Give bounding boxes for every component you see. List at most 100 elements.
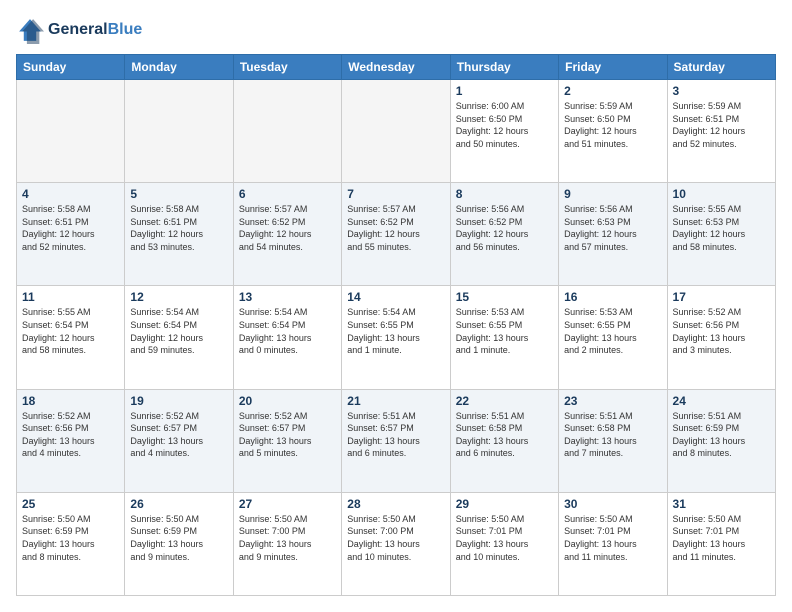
header: GeneralBlue	[16, 16, 776, 44]
day-number: 17	[673, 290, 770, 304]
calendar-cell: 8Sunrise: 5:56 AM Sunset: 6:52 PM Daylig…	[450, 183, 558, 286]
calendar-cell: 11Sunrise: 5:55 AM Sunset: 6:54 PM Dayli…	[17, 286, 125, 389]
day-number: 7	[347, 187, 444, 201]
calendar-cell: 12Sunrise: 5:54 AM Sunset: 6:54 PM Dayli…	[125, 286, 233, 389]
calendar-cell: 16 Sunrise: 5:53 AM Sunset: 6:55 PM Dayli…	[559, 286, 667, 389]
day-number: 21	[347, 394, 444, 408]
day-number: 14	[347, 290, 444, 304]
day-info: Sunrise: 5:51 AM Sunset: 6:57 PM Dayligh…	[347, 410, 444, 460]
calendar-cell: 3 Sunrise: 5:59 AM Sunset: 6:51 PM Daylig…	[667, 80, 775, 183]
calendar-cell: 26Sunrise: 5:50 AM Sunset: 6:59 PM Dayli…	[125, 492, 233, 595]
day-info: Sunrise: 5:59 AM Sunset: 6:51 PM Dayligh…	[673, 100, 770, 150]
day-info: Sunrise: 5:57 AM Sunset: 6:52 PM Dayligh…	[347, 203, 444, 253]
day-number: 3	[673, 84, 770, 98]
calendar-cell: 30 Sunrise: 5:50 AM Sunset: 7:01 PM Dayli…	[559, 492, 667, 595]
logo-icon	[16, 16, 44, 44]
day-info: Sunrise: 5:51 AM Sunset: 6:58 PM Dayligh…	[456, 410, 553, 460]
calendar-cell: 20 Sunrise: 5:52 AM Sunset: 6:57 PM Dayli…	[233, 389, 341, 492]
calendar-cell: 21 Sunrise: 5:51 AM Sunset: 6:57 PM Dayli…	[342, 389, 450, 492]
week-row-3: 11Sunrise: 5:55 AM Sunset: 6:54 PM Dayli…	[17, 286, 776, 389]
day-number: 16	[564, 290, 661, 304]
weekday-header-row: SundayMondayTuesdayWednesdayThursdayFrid…	[17, 55, 776, 80]
day-info: Sunrise: 5:55 AM Sunset: 6:53 PM Dayligh…	[673, 203, 770, 253]
weekday-header-thursday: Thursday	[450, 55, 558, 80]
day-info: Sunrise: 5:50 AM Sunset: 7:00 PM Dayligh…	[239, 513, 336, 563]
day-number: 29	[456, 497, 553, 511]
day-number: 30	[564, 497, 661, 511]
calendar-cell: 13 Sunrise: 5:54 AM Sunset: 6:54 PM Dayli…	[233, 286, 341, 389]
calendar-cell: 24 Sunrise: 5:51 AM Sunset: 6:59 PM Dayli…	[667, 389, 775, 492]
calendar-page: GeneralBlue SundayMondayTuesdayWednesday…	[0, 0, 792, 612]
day-info: Sunrise: 5:54 AM Sunset: 6:55 PM Dayligh…	[347, 306, 444, 356]
day-info: Sunrise: 5:53 AM Sunset: 6:55 PM Dayligh…	[564, 306, 661, 356]
weekday-header-monday: Monday	[125, 55, 233, 80]
day-number: 6	[239, 187, 336, 201]
day-info: Sunrise: 5:51 AM Sunset: 6:58 PM Dayligh…	[564, 410, 661, 460]
calendar-cell: 5 Sunrise: 5:58 AM Sunset: 6:51 PM Daylig…	[125, 183, 233, 286]
day-info: Sunrise: 5:52 AM Sunset: 6:56 PM Dayligh…	[22, 410, 119, 460]
day-info: Sunrise: 5:52 AM Sunset: 6:57 PM Dayligh…	[239, 410, 336, 460]
calendar-cell: 1 Sunrise: 6:00 AM Sunset: 6:50 PM Daylig…	[450, 80, 558, 183]
week-row-1: 1 Sunrise: 6:00 AM Sunset: 6:50 PM Daylig…	[17, 80, 776, 183]
calendar-cell: 22 Sunrise: 5:51 AM Sunset: 6:58 PM Dayli…	[450, 389, 558, 492]
day-info: Sunrise: 5:52 AM Sunset: 6:56 PM Dayligh…	[673, 306, 770, 356]
calendar-table: SundayMondayTuesdayWednesdayThursdayFrid…	[16, 54, 776, 596]
day-info: Sunrise: 5:55 AM Sunset: 6:54 PM Dayligh…	[22, 306, 119, 356]
day-number: 10	[673, 187, 770, 201]
day-number: 12	[130, 290, 227, 304]
day-number: 1	[456, 84, 553, 98]
calendar-cell	[233, 80, 341, 183]
day-info: Sunrise: 5:56 AM Sunset: 6:53 PM Dayligh…	[564, 203, 661, 253]
day-number: 27	[239, 497, 336, 511]
calendar-cell: 6 Sunrise: 5:57 AM Sunset: 6:52 PM Daylig…	[233, 183, 341, 286]
day-number: 5	[130, 187, 227, 201]
calendar-cell: 15Sunrise: 5:53 AM Sunset: 6:55 PM Dayli…	[450, 286, 558, 389]
weekday-header-saturday: Saturday	[667, 55, 775, 80]
calendar-cell: 10 Sunrise: 5:55 AM Sunset: 6:53 PM Dayli…	[667, 183, 775, 286]
day-info: Sunrise: 5:58 AM Sunset: 6:51 PM Dayligh…	[22, 203, 119, 253]
calendar-cell	[125, 80, 233, 183]
day-info: Sunrise: 5:51 AM Sunset: 6:59 PM Dayligh…	[673, 410, 770, 460]
calendar-cell: 14 Sunrise: 5:54 AM Sunset: 6:55 PM Dayli…	[342, 286, 450, 389]
calendar-cell: 17 Sunrise: 5:52 AM Sunset: 6:56 PM Dayli…	[667, 286, 775, 389]
day-info: Sunrise: 6:00 AM Sunset: 6:50 PM Dayligh…	[456, 100, 553, 150]
week-row-2: 4Sunrise: 5:58 AM Sunset: 6:51 PM Daylig…	[17, 183, 776, 286]
day-info: Sunrise: 5:50 AM Sunset: 7:01 PM Dayligh…	[564, 513, 661, 563]
calendar-cell: 25Sunrise: 5:50 AM Sunset: 6:59 PM Dayli…	[17, 492, 125, 595]
weekday-header-tuesday: Tuesday	[233, 55, 341, 80]
logo: GeneralBlue	[16, 16, 142, 44]
day-number: 26	[130, 497, 227, 511]
calendar-cell	[17, 80, 125, 183]
day-number: 23	[564, 394, 661, 408]
day-number: 24	[673, 394, 770, 408]
calendar-cell: 2Sunrise: 5:59 AM Sunset: 6:50 PM Daylig…	[559, 80, 667, 183]
day-info: Sunrise: 5:58 AM Sunset: 6:51 PM Dayligh…	[130, 203, 227, 253]
day-info: Sunrise: 5:50 AM Sunset: 7:01 PM Dayligh…	[456, 513, 553, 563]
calendar-cell: 4Sunrise: 5:58 AM Sunset: 6:51 PM Daylig…	[17, 183, 125, 286]
day-number: 22	[456, 394, 553, 408]
calendar-cell: 31 Sunrise: 5:50 AM Sunset: 7:01 PM Dayli…	[667, 492, 775, 595]
calendar-cell: 18Sunrise: 5:52 AM Sunset: 6:56 PM Dayli…	[17, 389, 125, 492]
day-info: Sunrise: 5:50 AM Sunset: 6:59 PM Dayligh…	[22, 513, 119, 563]
day-number: 31	[673, 497, 770, 511]
day-info: Sunrise: 5:56 AM Sunset: 6:52 PM Dayligh…	[456, 203, 553, 253]
day-info: Sunrise: 5:52 AM Sunset: 6:57 PM Dayligh…	[130, 410, 227, 460]
calendar-cell: 9 Sunrise: 5:56 AM Sunset: 6:53 PM Daylig…	[559, 183, 667, 286]
day-info: Sunrise: 5:54 AM Sunset: 6:54 PM Dayligh…	[239, 306, 336, 356]
weekday-header-friday: Friday	[559, 55, 667, 80]
day-number: 9	[564, 187, 661, 201]
logo-text: GeneralBlue	[48, 21, 142, 39]
day-info: Sunrise: 5:50 AM Sunset: 7:01 PM Dayligh…	[673, 513, 770, 563]
calendar-cell: 29 Sunrise: 5:50 AM Sunset: 7:01 PM Dayli…	[450, 492, 558, 595]
day-info: Sunrise: 5:57 AM Sunset: 6:52 PM Dayligh…	[239, 203, 336, 253]
calendar-cell: 7 Sunrise: 5:57 AM Sunset: 6:52 PM Daylig…	[342, 183, 450, 286]
calendar-cell: 27 Sunrise: 5:50 AM Sunset: 7:00 PM Dayli…	[233, 492, 341, 595]
weekday-header-wednesday: Wednesday	[342, 55, 450, 80]
day-number: 13	[239, 290, 336, 304]
day-number: 19	[130, 394, 227, 408]
day-number: 20	[239, 394, 336, 408]
week-row-4: 18Sunrise: 5:52 AM Sunset: 6:56 PM Dayli…	[17, 389, 776, 492]
week-row-5: 25Sunrise: 5:50 AM Sunset: 6:59 PM Dayli…	[17, 492, 776, 595]
calendar-cell: 19 Sunrise: 5:52 AM Sunset: 6:57 PM Dayli…	[125, 389, 233, 492]
day-number: 15	[456, 290, 553, 304]
